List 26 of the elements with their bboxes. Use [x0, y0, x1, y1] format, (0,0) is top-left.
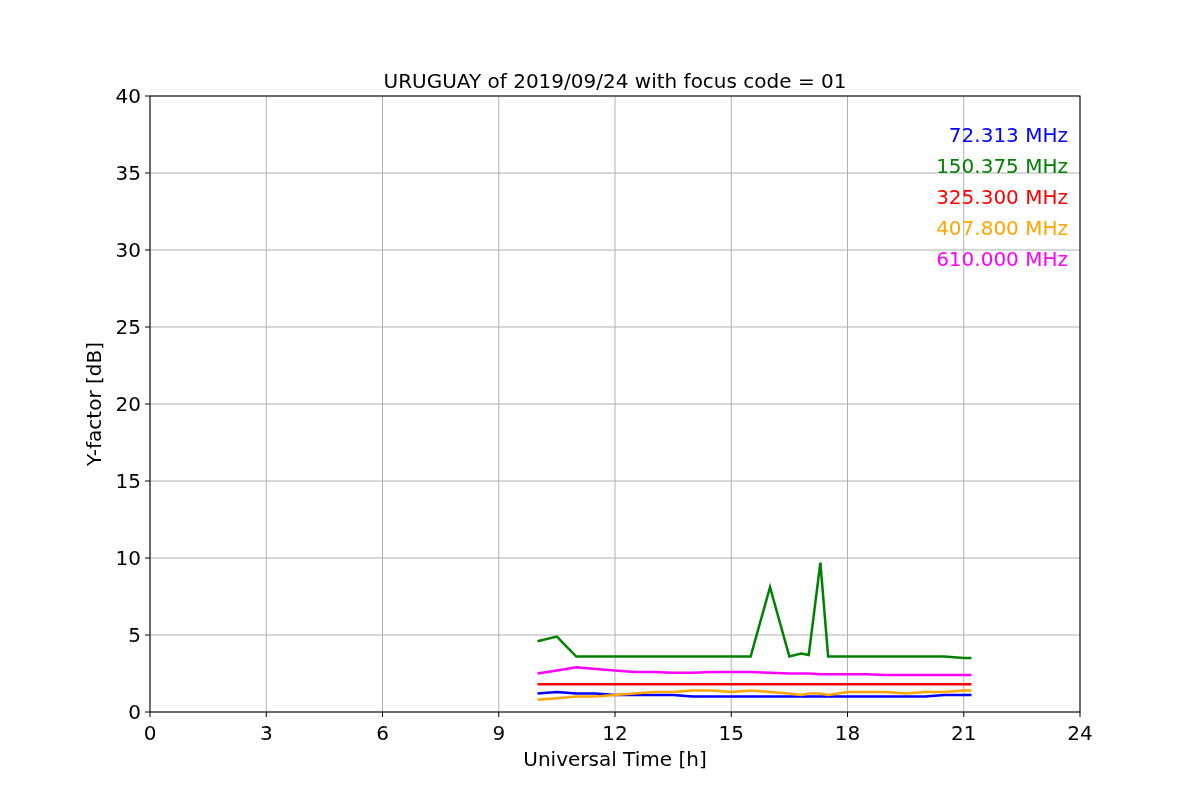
tick-label: 21 [951, 721, 977, 745]
tick-label: 15 [115, 469, 141, 493]
tick-label: 9 [492, 721, 506, 745]
tick-label: 3 [259, 721, 273, 745]
axis-label: Y-factor [dB] [82, 342, 106, 466]
tick-label: 12 [602, 721, 628, 745]
tick-label: 20 [115, 392, 141, 416]
legend-label: 150.375 MHz [936, 154, 1068, 178]
tick-label: 10 [115, 546, 141, 570]
tick-label: 40 [115, 84, 141, 108]
tick-label: 5 [128, 623, 141, 647]
tick-label: 35 [115, 161, 141, 185]
tick-label: 18 [834, 721, 861, 745]
legend-label: 610.000 MHz [936, 247, 1068, 271]
tick-label: 25 [115, 315, 141, 339]
axis-label: Universal Time [h] [523, 747, 707, 771]
legend-label: 72.313 MHz [948, 123, 1068, 147]
chart-title: URUGUAY of 2019/09/24 with focus code = 01 [383, 69, 847, 93]
tick-label: 0 [128, 700, 141, 724]
tick-label: 0 [143, 721, 157, 745]
tick-label: 6 [376, 721, 389, 745]
tick-label: 15 [718, 721, 744, 745]
legend-label: 325.300 MHz [936, 185, 1068, 209]
tick-label: 24 [1067, 721, 1093, 745]
legend-label: 407.800 MHz [936, 216, 1068, 240]
tick-label: 30 [115, 238, 141, 262]
